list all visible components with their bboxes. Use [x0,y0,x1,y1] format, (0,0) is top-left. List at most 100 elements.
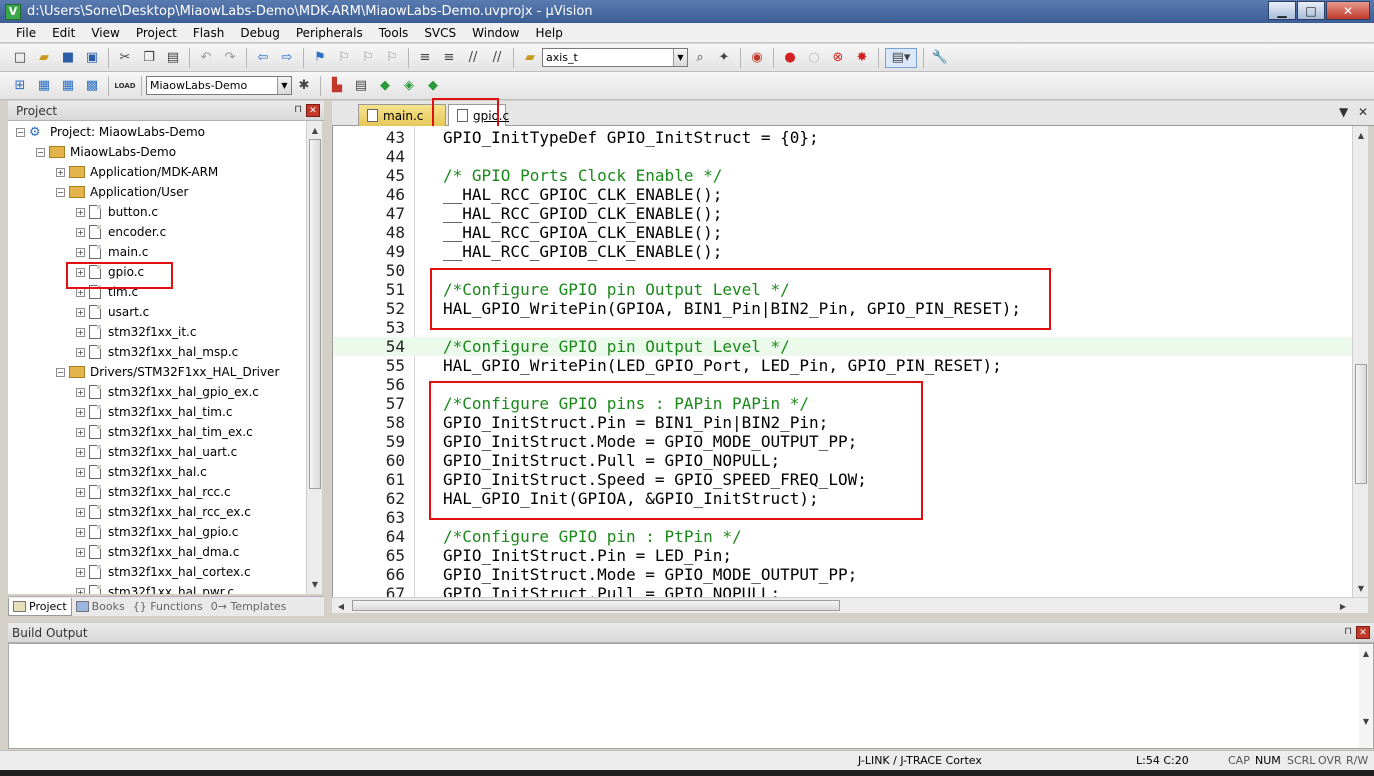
manage-components-icon[interactable]: ▙ [327,76,347,96]
scroll-up-icon[interactable]: ▲ [1359,646,1373,660]
disable-breakpoints-icon[interactable]: ⊗ [828,48,848,68]
tree-file-gpio[interactable]: + gpio.c [76,262,144,282]
scroll-right-icon[interactable]: ▶ [1336,599,1350,613]
tree-file[interactable]: + stm32f1xx_hal_gpio.c [76,522,238,542]
clear-bookmarks-icon[interactable]: ⚐ [382,48,402,68]
expand-icon[interactable]: + [76,407,85,417]
translate-icon[interactable]: ⊞ [10,76,30,96]
rebuild-icon[interactable]: ▦ [58,76,78,96]
collapse-icon[interactable]: − [16,127,25,137]
next-bookmark-icon[interactable]: ⚐ [358,48,378,68]
tree-file[interactable]: + usart.c [76,302,149,322]
tab-functions[interactable]: {} Functions [129,598,207,616]
expand-icon[interactable]: + [76,287,85,297]
menu-peripherals[interactable]: Peripherals [288,26,371,40]
expand-icon[interactable]: + [76,587,85,594]
undo-icon[interactable]: ↶ [196,48,216,68]
minimize-button[interactable]: ▁ [1268,1,1296,20]
close-panel-icon[interactable]: ✕ [306,104,320,117]
tree-file[interactable]: + stm32f1xx_hal_pwr.c [76,582,234,594]
tree-group[interactable]: + Application/MDK-ARM [56,162,218,182]
redo-icon[interactable]: ↷ [220,48,240,68]
tree-file[interactable]: + stm32f1xx_hal_rcc.c [76,482,231,502]
copy-icon[interactable]: ❐ [139,48,159,68]
save-icon[interactable]: ■ [58,48,78,68]
scroll-down-icon[interactable]: ▼ [308,577,322,591]
expand-icon[interactable]: + [76,207,85,217]
tree-file[interactable]: + encoder.c [76,222,166,242]
collapse-icon[interactable]: − [56,187,65,197]
menu-project[interactable]: Project [128,26,185,40]
scroll-up-icon[interactable]: ▲ [1354,128,1368,142]
unindent-icon[interactable]: ≡ [439,48,459,68]
close-tab-icon[interactable]: ✕ [1358,105,1368,119]
expand-icon[interactable]: + [76,347,85,357]
menu-file[interactable]: File [8,26,44,40]
find-in-files-icon[interactable]: ▰ [520,48,540,68]
expand-icon[interactable]: + [76,427,85,437]
menu-window[interactable]: Window [464,26,527,40]
expand-icon[interactable]: + [76,267,85,277]
batch-build-icon[interactable]: ▩ [82,76,102,96]
pin-icon[interactable]: ⊓ [1344,626,1352,637]
debug-session-icon[interactable]: ◉ [747,48,767,68]
kill-breakpoints-icon[interactable]: ✸ [852,48,872,68]
download-icon[interactable]: LOAD [114,76,135,96]
build-output-scrollbar[interactable]: ▲ ▼ [1359,644,1373,748]
find-icon[interactable]: ⌕ [690,48,710,68]
find-combo[interactable]: axis_t ▼ [542,48,688,67]
scroll-down-icon[interactable]: ▼ [1354,581,1368,595]
pin-icon[interactable]: ⊓ [294,104,302,115]
expand-icon[interactable]: + [76,247,85,257]
insert-breakpoint-icon[interactable]: ● [780,48,800,68]
close-button[interactable]: ✕ [1326,1,1370,20]
expand-icon[interactable]: + [76,547,85,557]
tree-file[interactable]: + stm32f1xx_hal.c [76,462,207,482]
tree-file[interactable]: + stm32f1xx_hal_tim_ex.c [76,422,253,442]
expand-icon[interactable]: + [76,307,85,317]
tab-list-icon[interactable]: ▼ [1339,105,1348,119]
menu-view[interactable]: View [83,26,127,40]
manage-run-time-env-icon[interactable]: ◆ [375,76,395,96]
navigate-back-icon[interactable]: ⇦ [253,48,273,68]
menu-help[interactable]: Help [527,26,570,40]
tree-group[interactable]: − Application/User [56,182,188,202]
collapse-icon[interactable]: − [36,147,45,157]
tree-file[interactable]: + stm32f1xx_hal_dma.c [76,542,239,562]
new-file-icon[interactable]: □ [10,48,30,68]
tab-gpio-c[interactable]: gpio.c [448,104,509,126]
cut-icon[interactable]: ✂ [115,48,135,68]
window-layout-icon[interactable]: ▤▾ [885,47,917,68]
tab-project[interactable]: Project [8,597,72,616]
editor-horizontal-scrollbar[interactable]: ◀ ▶ [332,597,1368,613]
expand-icon[interactable]: + [76,327,85,337]
expand-icon[interactable]: + [76,227,85,237]
scrollbar-thumb[interactable] [352,600,840,611]
comment-icon[interactable]: // [463,48,483,68]
configure-icon[interactable]: 🔧 [930,48,950,68]
scrollbar-thumb[interactable] [1355,364,1367,484]
project-tree-scrollbar[interactable]: ▲ ▼ [306,121,322,594]
tree-target[interactable]: − MiaowLabs-Demo [36,142,176,162]
tree-file[interactable]: + stm32f1xx_hal_cortex.c [76,562,251,582]
maximize-button[interactable]: □ [1297,1,1325,20]
prev-bookmark-icon[interactable]: ⚐ [334,48,354,68]
navigate-forward-icon[interactable]: ⇨ [277,48,297,68]
uncomment-icon[interactable]: // [487,48,507,68]
editor-vertical-scrollbar[interactable]: ▲ ▼ [1352,126,1368,598]
tab-books[interactable]: Books [72,598,129,616]
enable-breakpoint-icon[interactable]: ○ [804,48,824,68]
tree-file[interactable]: + stm32f1xx_hal_uart.c [76,442,237,462]
tree-group[interactable]: − Drivers/STM32F1xx_HAL_Driver [56,362,279,382]
target-combo[interactable]: MiaowLabs-Demo ▼ [146,76,292,95]
tree-file[interactable]: + stm32f1xx_hal_tim.c [76,402,232,422]
paste-icon[interactable]: ▤ [163,48,183,68]
open-folder-icon[interactable]: ▰ [34,48,54,68]
code-editor[interactable]: 43 GPIO_InitTypeDef GPIO_InitStruct = {0}… [332,126,1368,598]
close-panel-icon[interactable]: ✕ [1356,626,1370,639]
expand-icon[interactable]: + [76,447,85,457]
expand-icon[interactable]: + [76,527,85,537]
bookmark-icon[interactable]: ⚑ [310,48,330,68]
target-options-icon[interactable]: ✱ [294,76,314,96]
expand-icon[interactable]: + [76,507,85,517]
